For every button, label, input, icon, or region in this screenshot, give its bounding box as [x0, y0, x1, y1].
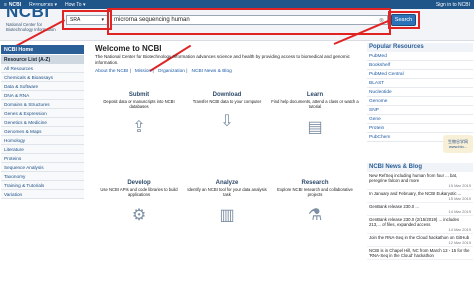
chart-icon: ▥	[219, 206, 235, 224]
welcome-links: About the NCBI | Mission | Organization …	[95, 69, 361, 74]
ncbi-brand[interactable]: NCBI National Center for Biotechnology I…	[6, 2, 62, 32]
news-item[interactable]: New RefSeq including human from four ...…	[367, 172, 473, 190]
news-blog-link[interactable]: NCBI News & Blog	[192, 69, 232, 74]
ncbi-logo: NCBI	[6, 2, 50, 21]
sign-in-link[interactable]: Sign in to NCBI	[436, 2, 470, 8]
resource-link[interactable]: Protein	[367, 124, 473, 133]
submit-card[interactable]: Submit Deposit data or manuscripts into …	[95, 89, 183, 177]
card-title: Analyze	[215, 180, 239, 186]
card-title: Download	[212, 92, 242, 98]
action-cards: Submit Deposit data or manuscripts into …	[95, 89, 361, 265]
how-to-menu[interactable]: How To ▾	[65, 2, 85, 8]
news-item[interactable]: GenBank release 230.0 ... 14 Mar 2019	[367, 203, 473, 216]
card-text: Deposit data or manuscripts into NCBI da…	[103, 99, 175, 110]
card-text: Use NCBI APIs and code libraries to buil…	[100, 187, 178, 198]
card-title: Research	[301, 180, 329, 186]
nav-item[interactable]: Sequence Analysis	[1, 163, 84, 172]
flask-icon: ⚗	[307, 206, 323, 224]
nav-item[interactable]: Literature	[1, 145, 84, 154]
nav-item[interactable]: Taxonomy	[1, 172, 84, 181]
analyze-card[interactable]: Analyze Identify an NCBI tool for your d…	[183, 177, 271, 265]
upload-icon: ⇪	[132, 118, 146, 136]
welcome-description: The National Center for Biotechnology In…	[95, 54, 350, 65]
highlight-box-database	[62, 10, 112, 30]
resource-link[interactable]: Nucleotide	[367, 88, 473, 97]
news-item[interactable]: In January and February, the NCBI Eukary…	[367, 190, 473, 203]
news-item[interactable]: NCBI is in Chapel Hill, NC from March 13…	[367, 247, 473, 260]
nav-item[interactable]: Homology	[1, 136, 84, 145]
nav-item[interactable]: DNA & RNA	[1, 91, 84, 100]
card-title: Develop	[127, 180, 151, 186]
nav-item[interactable]: Genomes & Maps	[1, 127, 84, 136]
news-date: 14 Mar 2019	[448, 209, 471, 214]
popular-resources: Popular Resources PubMed Bookshelf PubMe…	[367, 43, 473, 142]
news-item[interactable]: Join the RNA-Seq in the Cloud hackathon …	[367, 234, 473, 247]
download-icon: ⇩	[220, 113, 234, 131]
welcome-title: Welcome to NCBI	[95, 44, 162, 53]
card-text: Transfer NCBI data to your computer	[192, 99, 262, 104]
presentation-icon: ▤	[307, 118, 323, 136]
resource-link[interactable]: BLAST	[367, 79, 473, 88]
nav-home[interactable]: NCBI Home	[1, 45, 84, 54]
nav-item[interactable]: Data & Software	[1, 82, 84, 91]
mission-link[interactable]: Mission |	[135, 69, 154, 74]
news-text: GenBank release 230.0 (2/15/2019) ... in…	[369, 217, 460, 227]
research-card[interactable]: Research Explore NCBI research and colla…	[271, 177, 359, 265]
news-text: New RefSeq including human from four ...…	[369, 173, 458, 183]
watermark: 生物谷学网 www.bio...	[443, 135, 473, 153]
nav-item[interactable]: Variation	[1, 190, 84, 199]
main-welcome: Welcome to NCBI The National Center for …	[95, 42, 361, 74]
resource-link[interactable]: PubMed	[367, 52, 473, 61]
card-text: Find help documents, attend a class or w…	[271, 99, 359, 110]
news-date: 15 Mar 2019	[448, 196, 471, 201]
resource-link[interactable]: Gene	[367, 115, 473, 124]
news-item[interactable]: GenBank release 230.0 (2/15/2019) ... in…	[367, 216, 473, 234]
organization-link[interactable]: Organization |	[158, 69, 188, 74]
learn-card[interactable]: Learn Find help documents, attend a clas…	[271, 89, 359, 177]
nav-item[interactable]: Genetics & Medicine	[1, 118, 84, 127]
nav-item[interactable]: All Resources	[1, 64, 84, 73]
card-title: Submit	[128, 92, 150, 98]
gear-icon: ⚙	[131, 206, 147, 224]
news-date: 12 Mar 2019	[448, 240, 471, 245]
card-text: Explore NCBI research and collaborative …	[277, 187, 353, 198]
news-blog: NCBI News & Blog New RefSeq including hu…	[367, 163, 473, 260]
nav-item[interactable]: Chemicals & Bioassays	[1, 73, 84, 82]
left-navigation: NCBI Home Resource List (A-Z) All Resour…	[1, 45, 84, 199]
card-title: Learn	[306, 92, 324, 98]
card-text: Identify an NCBI tool for your data anal…	[187, 187, 267, 198]
nav-item[interactable]: Domains & Structures	[1, 100, 84, 109]
popular-resources-title: Popular Resources	[367, 43, 473, 52]
news-date: 15 Mar 2019	[448, 183, 471, 188]
org-name-line-2: Biotechnology Information	[6, 27, 56, 32]
resource-link[interactable]: PubMed Central	[367, 70, 473, 79]
nav-item[interactable]: Genes & Expression	[1, 109, 84, 118]
develop-card[interactable]: Develop Use NCBI APIs and code libraries…	[95, 177, 183, 265]
highlight-box-search	[107, 8, 391, 35]
about-link[interactable]: About the NCBI |	[95, 69, 131, 74]
resource-link[interactable]: Genome	[367, 97, 473, 106]
news-text: NCBI is in Chapel Hill, NC from March 13…	[369, 248, 470, 258]
news-title: NCBI News & Blog	[367, 163, 473, 172]
nav-item[interactable]: Training & Tutorials	[1, 181, 84, 190]
resource-link[interactable]: Bookshelf	[367, 61, 473, 70]
resource-link[interactable]: SNP	[367, 106, 473, 115]
highlight-box-button	[388, 11, 420, 29]
news-date: 14 Mar 2019	[448, 227, 471, 232]
download-card[interactable]: Download Transfer NCBI data to your comp…	[183, 89, 271, 177]
nav-resource-list[interactable]: Resource List (A-Z)	[1, 55, 84, 64]
nav-item[interactable]: Proteins	[1, 154, 84, 163]
